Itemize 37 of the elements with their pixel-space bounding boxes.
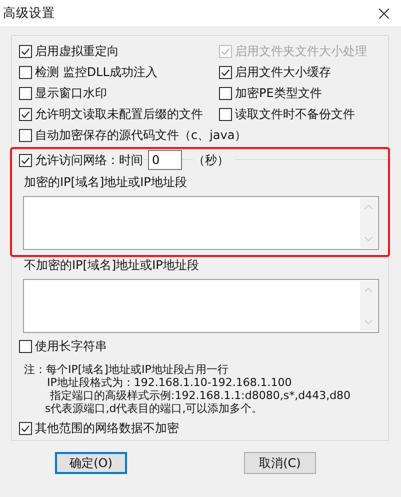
checkbox[interactable] bbox=[219, 86, 232, 100]
checkbox[interactable] bbox=[19, 340, 32, 352]
checkbox[interactable] bbox=[19, 66, 32, 78]
checkbox[interactable] bbox=[19, 422, 32, 434]
window-title: 高级设置 bbox=[3, 4, 55, 22]
option-label: 自动加密保存的源代码文件（c、java） bbox=[35, 126, 247, 144]
checkbox[interactable] bbox=[19, 44, 32, 58]
note-text: IP地址段格式为：192.168.1.10-192.168.1.100 bbox=[46, 376, 293, 389]
checkbox[interactable] bbox=[19, 108, 32, 120]
unencrypted-label: 不加密的IP[域名]地址或IP地址段 bbox=[24, 257, 200, 274]
note-text: 指定端口的高级样式示例:192.168.1.1:d8080,s*,d443,d80 bbox=[49, 389, 352, 402]
option-label: 启用文件夹文件大小处理 bbox=[235, 42, 367, 60]
time-field[interactable]: 0 bbox=[148, 150, 182, 170]
unencrypted-ip-field[interactable] bbox=[23, 279, 379, 333]
note-text: s代表源端口,d代表目的端口,可以添加多个。 bbox=[44, 402, 264, 415]
checkbox[interactable] bbox=[19, 128, 32, 142]
option-label: 加密PE类型文件 bbox=[235, 84, 322, 102]
note-text: 注：每个IP[域名]地址或IP地址段占用一行 bbox=[24, 363, 230, 376]
checkbox[interactable] bbox=[219, 66, 232, 78]
option-label: 启用虚拟重定向 bbox=[35, 42, 119, 60]
option-label: 允许明文读取未配置后缀的文件 bbox=[35, 106, 203, 122]
option-label: 使用长字符串 bbox=[35, 338, 107, 354]
checkbox[interactable] bbox=[19, 154, 32, 166]
option-label: 其他范围的网络数据不加密 bbox=[35, 420, 179, 436]
option-label: 启用文件大小缓存 bbox=[235, 64, 331, 80]
encrypted-ip-field[interactable] bbox=[23, 196, 379, 250]
close-button[interactable]: × bbox=[367, 0, 401, 26]
encrypted-label: 加密的IP[域名]地址或IP地址段 bbox=[24, 174, 188, 191]
unit-label: （秒） bbox=[193, 152, 235, 168]
cancel-button[interactable]: 取消(C) bbox=[244, 452, 316, 474]
option-label: 显示窗口水印 bbox=[35, 84, 107, 102]
checkbox[interactable] bbox=[19, 86, 32, 100]
option-label: 读取文件时不备份文件 bbox=[235, 106, 355, 122]
network-label: 允许访问网络：时间 bbox=[35, 152, 143, 168]
option-label: 检测 监控DLL成功注入 bbox=[35, 64, 158, 80]
checkbox[interactable] bbox=[219, 108, 232, 120]
ok-button[interactable]: 确定(O) bbox=[55, 452, 127, 474]
